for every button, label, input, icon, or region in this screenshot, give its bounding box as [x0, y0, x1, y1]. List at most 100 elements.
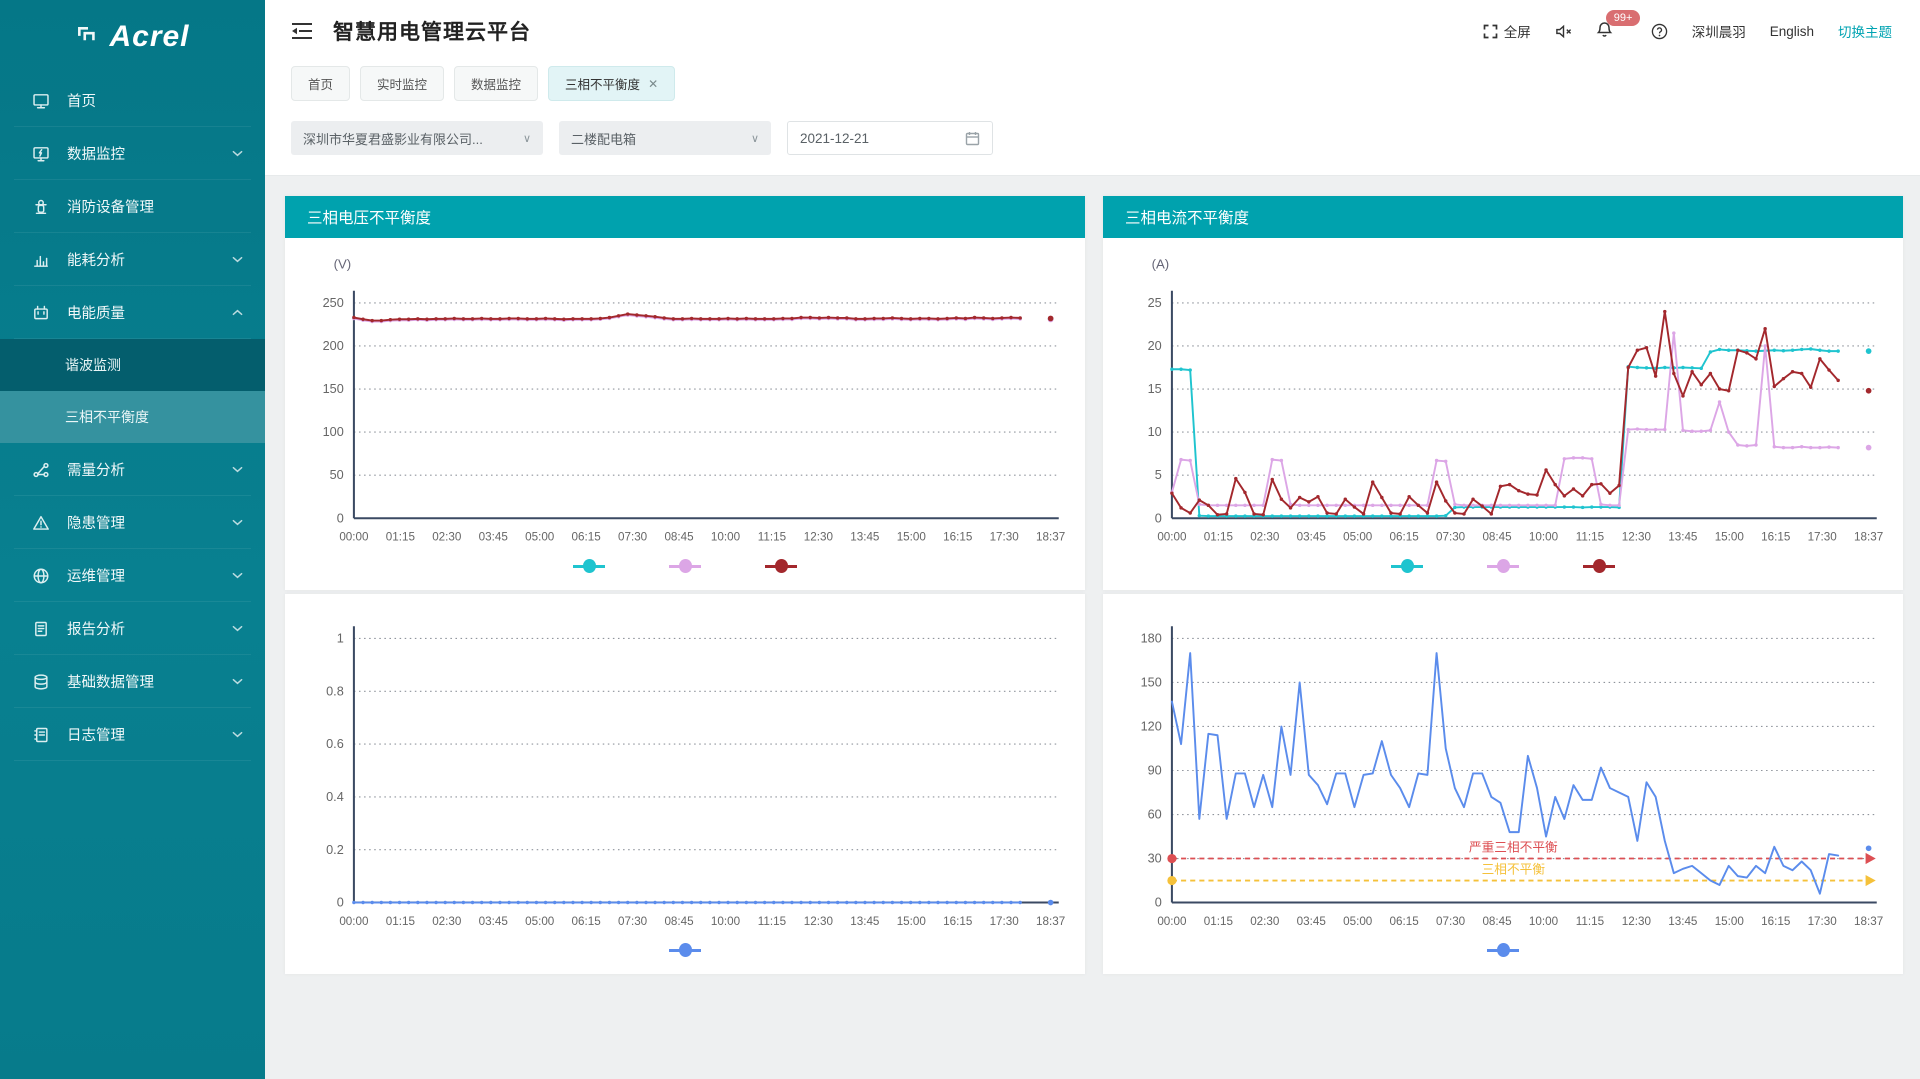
- svg-text:07:30: 07:30: [1436, 531, 1466, 544]
- page-title: 智慧用电管理云平台: [333, 21, 531, 44]
- svg-text:10:00: 10:00: [1529, 531, 1559, 544]
- legend-marker-phase-b[interactable]: [669, 558, 701, 574]
- legend-marker-phase-a[interactable]: [573, 558, 605, 574]
- chevron-down-icon: [232, 517, 243, 528]
- svg-text:11:15: 11:15: [1576, 915, 1604, 928]
- close-tab-icon[interactable]: ✕: [648, 77, 658, 91]
- svg-text:150: 150: [1141, 675, 1162, 689]
- current-unbalance-chart: 0 5 10 15 20 25 (A) 00:00 01:15 02:30 03:45 05:00 06…: [1148, 256, 1884, 544]
- data-screen-icon: [32, 145, 50, 163]
- legend-marker-voltage-unbalance-degree[interactable]: [669, 942, 701, 958]
- legend-marker-current-unbalance-degree[interactable]: [1487, 942, 1519, 958]
- svg-text:120: 120: [1141, 719, 1162, 733]
- svg-text:18:37: 18:37: [1036, 531, 1065, 544]
- tab-数据监控[interactable]: 数据监控: [454, 66, 539, 101]
- sidebar-item-log-management[interactable]: 日志管理: [0, 708, 265, 761]
- distribution-box-value: 二楼配电箱: [571, 131, 637, 147]
- sidebar-item-demand-analysis[interactable]: 需量分析: [0, 443, 265, 496]
- sidebar-item-power-quality[interactable]: 电能质量: [0, 286, 265, 339]
- logbook-icon: [32, 726, 50, 744]
- svg-text:05:00: 05:00: [1343, 915, 1373, 928]
- theme-switch-link[interactable]: 切换主题: [1838, 21, 1892, 41]
- chart-legend: [1113, 555, 1893, 586]
- calendar-icon: [965, 131, 980, 146]
- svg-text:03:45: 03:45: [479, 915, 508, 928]
- chevron-down-icon: ∨: [522, 132, 531, 145]
- tab-实时监控[interactable]: 实时监控: [360, 66, 445, 101]
- tab-首页[interactable]: 首页: [291, 66, 351, 101]
- svg-text:03:45: 03:45: [1297, 531, 1326, 544]
- mute-speaker-icon[interactable]: [1555, 23, 1572, 40]
- svg-text:02:30: 02:30: [1250, 915, 1280, 928]
- svg-text:50: 50: [330, 468, 344, 482]
- svg-text:02:30: 02:30: [432, 531, 462, 544]
- collapse-menu-icon[interactable]: [291, 22, 313, 40]
- help-icon[interactable]: [1651, 23, 1668, 40]
- svg-text:16:15: 16:15: [943, 531, 972, 544]
- svg-text:13:45: 13:45: [850, 915, 879, 928]
- svg-text:12:30: 12:30: [804, 915, 834, 928]
- svg-text:17:30: 17:30: [1808, 531, 1838, 544]
- distribution-box-select[interactable]: 二楼配电箱 ∨: [559, 121, 771, 155]
- legend-marker-phase-c[interactable]: [1583, 558, 1615, 574]
- notifications-button[interactable]: 99+: [1596, 10, 1641, 41]
- svg-text:07:30: 07:30: [618, 531, 648, 544]
- sidebar: Acrel 首页 数据监控 消防设备管理 能耗分析 电能质量 谐波监测 三相不平衡度 需量分析…: [0, 0, 265, 1079]
- chart-legend: [1113, 939, 1893, 970]
- svg-text:10:00: 10:00: [711, 915, 741, 928]
- share-nodes-icon: [32, 461, 50, 479]
- svg-text:10: 10: [1148, 425, 1162, 439]
- svg-text:01:15: 01:15: [1204, 915, 1233, 928]
- svg-text:30: 30: [1148, 851, 1162, 865]
- svg-text:180: 180: [1141, 631, 1162, 645]
- fullscreen-icon: [1482, 23, 1499, 40]
- current-unbalance-degree-chart: 0 30 60 90 120 150 180 00:00 01:15 02:30 03:45 05:0…: [1141, 626, 1883, 928]
- current-unbalance-degree-panel: 0 30 60 90 120 150 180 00:00 01:15 02:30 03:45 05:0…: [1103, 593, 1903, 974]
- svg-text:18:37: 18:37: [1036, 915, 1065, 928]
- svg-text:07:30: 07:30: [618, 915, 648, 928]
- sidebar-item-hazard-management[interactable]: 隐患管理: [0, 496, 265, 549]
- station-select-value: 深圳市华夏君盛影业有限公司...: [303, 131, 483, 147]
- sidebar-item-fire-equipment[interactable]: 消防设备管理: [0, 180, 265, 233]
- svg-text:5: 5: [1155, 468, 1162, 482]
- svg-text:08:45: 08:45: [1482, 915, 1511, 928]
- legend-marker-phase-b[interactable]: [1487, 558, 1519, 574]
- svg-text:11:15: 11:15: [758, 531, 786, 544]
- sidebar-item-data-monitor[interactable]: 数据监控: [0, 127, 265, 180]
- sidebar-item-ops-management[interactable]: 运维管理: [0, 549, 265, 602]
- date-picker[interactable]: 2021-12-21: [787, 121, 993, 155]
- current-unbalance-panel: 三相电流不平衡度 0 5 10 15 20 25 (A) 00:00 01:15 02:30 03:…: [1103, 196, 1903, 590]
- svg-text:15:00: 15:00: [1715, 531, 1745, 544]
- sidebar-item-report-analysis[interactable]: 报告分析: [0, 602, 265, 655]
- monitor-icon: [32, 92, 50, 110]
- panel-title: 三相电压不平衡度: [285, 196, 1085, 238]
- sidebar-item-base-data[interactable]: 基础数据管理: [0, 655, 265, 708]
- legend-marker-phase-a[interactable]: [1391, 558, 1423, 574]
- chevron-up-icon: [232, 307, 243, 318]
- sidebar-nav: 首页 数据监控 消防设备管理 能耗分析 电能质量 谐波监测 三相不平衡度 需量分析 隐患管理 运维…: [0, 74, 265, 761]
- legend-marker-phase-c[interactable]: [765, 558, 797, 574]
- svg-text:(V): (V): [334, 256, 352, 271]
- sidebar-subitem-harmonic-monitor[interactable]: 谐波监测: [0, 339, 265, 391]
- sidebar-item-home[interactable]: 首页: [0, 74, 265, 127]
- svg-text:0: 0: [337, 511, 344, 525]
- language-switch[interactable]: English: [1770, 24, 1814, 39]
- submenu-power-quality: 谐波监测 三相不平衡度: [0, 339, 265, 443]
- svg-text:200: 200: [323, 339, 344, 353]
- svg-text:13:45: 13:45: [1668, 531, 1697, 544]
- fullscreen-button[interactable]: 全屏: [1482, 21, 1531, 41]
- tab-三相不平衡度[interactable]: 三相不平衡度 ✕: [548, 66, 676, 101]
- username[interactable]: 深圳晨羽: [1692, 21, 1746, 41]
- svg-text:07:30: 07:30: [1436, 915, 1466, 928]
- fullscreen-label: 全屏: [1503, 25, 1531, 40]
- svg-text:03:45: 03:45: [479, 531, 508, 544]
- svg-text:0.6: 0.6: [326, 737, 344, 751]
- sidebar-subitem-three-phase-unbalance[interactable]: 三相不平衡度: [0, 391, 265, 443]
- bar-chart-icon: [32, 251, 50, 269]
- sidebar-item-energy-analysis[interactable]: 能耗分析: [0, 233, 265, 286]
- svg-text:10:00: 10:00: [711, 531, 741, 544]
- svg-text:00:00: 00:00: [1157, 915, 1187, 928]
- svg-text:06:15: 06:15: [572, 915, 601, 928]
- station-select[interactable]: 深圳市华夏君盛影业有限公司... ∨: [291, 121, 543, 155]
- svg-text:16:15: 16:15: [1761, 531, 1790, 544]
